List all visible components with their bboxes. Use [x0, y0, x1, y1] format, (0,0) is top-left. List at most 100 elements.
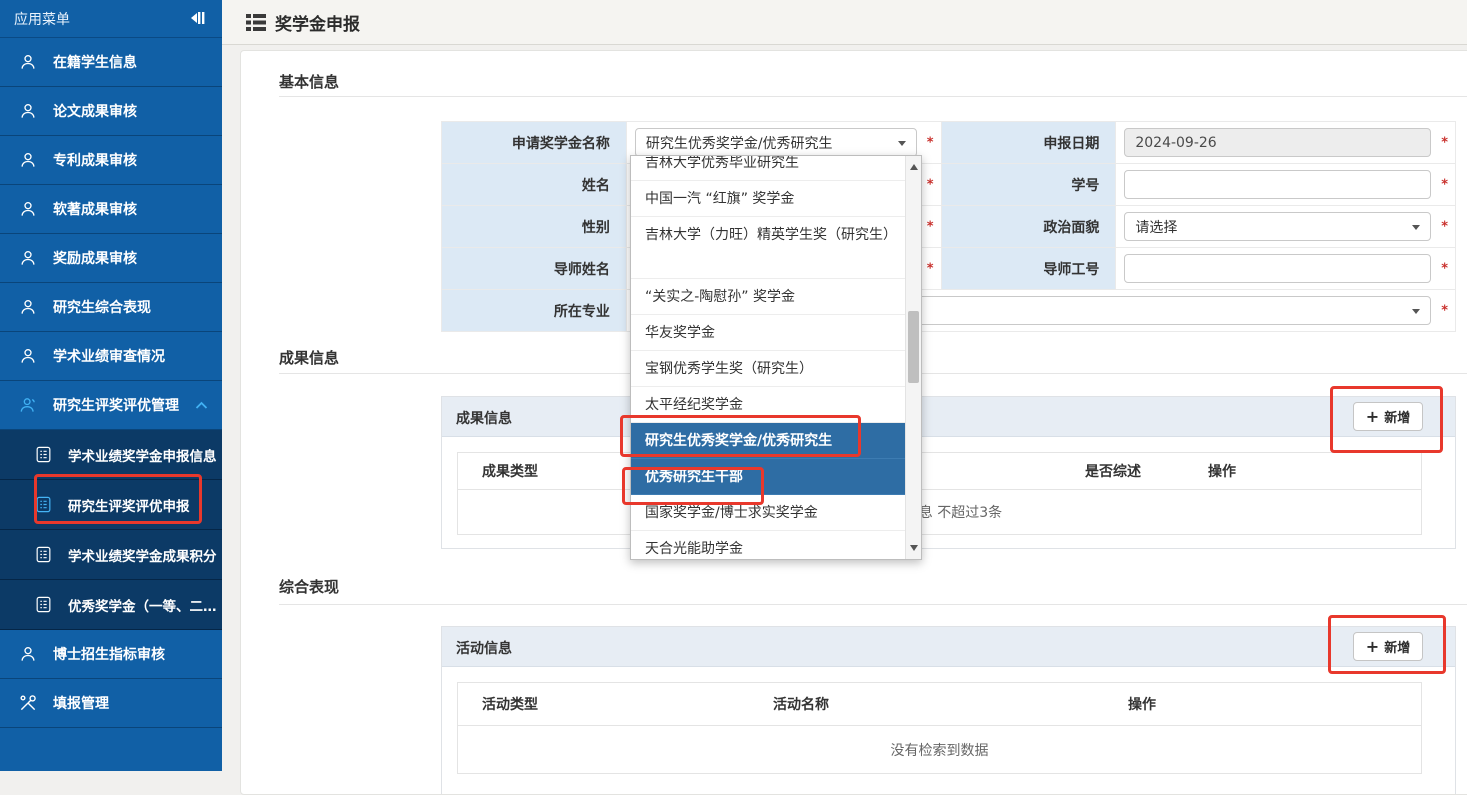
scroll-up-icon[interactable]	[910, 164, 918, 170]
sidebar-header: 应用菜单	[0, 0, 222, 38]
field-label-supervisor-id: 导师工号	[942, 248, 1117, 290]
chevron-up-icon	[195, 401, 208, 410]
scholarship-name-select[interactable]: 研究生优秀奖学金/优秀研究生	[635, 128, 917, 157]
activities-panel: 活动信息 + 新增 活动类型 活动名称 操作 没有检索到数据	[441, 626, 1456, 795]
dropdown-option[interactable]: 天合光能助学金	[631, 531, 905, 559]
sidebar-item-paper-review[interactable]: 论文成果审核	[0, 87, 222, 136]
tools-icon	[18, 692, 40, 714]
caret-down-icon	[1412, 225, 1420, 230]
user-icon	[18, 643, 40, 665]
scroll-down-icon[interactable]	[910, 545, 918, 551]
activities-empty-row: 没有检索到数据	[458, 726, 1421, 773]
dropdown-option[interactable]: 国家奖学金/博士求实奖学金	[631, 495, 905, 531]
achievements-panel-header: 成果信息 + 新增	[442, 397, 1455, 437]
required-marker: *	[927, 219, 934, 234]
caret-down-icon	[898, 141, 906, 146]
list-doc-icon	[34, 544, 56, 566]
dropdown-option[interactable]: 中国一汽 “红旗” 奖学金	[631, 181, 905, 217]
submenu-item-achievement-points[interactable]: 学术业绩奖学金成果积分	[0, 530, 222, 580]
achievements-empty-row: 成果信息 不超过3条	[458, 490, 1421, 534]
sidebar-item-reporting-management[interactable]: 填报管理	[0, 679, 222, 728]
activities-panel-title: 活动信息	[456, 638, 512, 658]
plus-icon: +	[1366, 409, 1379, 425]
submenu-item-academic-scholarship-info[interactable]: 学术业绩奖学金申报信息	[0, 430, 222, 480]
field-label-name: 姓名	[442, 164, 627, 206]
field-label-apply-date: 申报日期	[942, 122, 1117, 164]
scrollbar-thumb[interactable]	[908, 311, 919, 383]
divider	[279, 96, 1467, 97]
required-marker: *	[1441, 219, 1448, 234]
sidebar-item-patent-review[interactable]: 专利成果审核	[0, 136, 222, 185]
dropdown-option[interactable]: 吉林大学优秀毕业研究生	[631, 156, 905, 181]
add-achievement-button[interactable]: + 新增	[1353, 402, 1423, 431]
political-status-select[interactable]: 请选择	[1124, 212, 1431, 241]
sidebar: 应用菜单 在籍学生信息 论文成果审核 专利成果审核 软著成果审核 奖励成果审核 …	[0, 0, 222, 771]
user-icon	[18, 100, 40, 122]
user-icon	[18, 198, 40, 220]
required-marker: *	[927, 135, 934, 150]
student-id-input[interactable]	[1124, 170, 1431, 199]
sidebar-item-comprehensive-performance[interactable]: 研究生综合表现	[0, 283, 222, 332]
required-marker: *	[1441, 135, 1448, 150]
sidebar-item-academic-review-status[interactable]: 学术业绩审查情况	[0, 332, 222, 381]
column-header: 成果类型	[482, 461, 538, 481]
supervisor-id-input[interactable]	[1124, 254, 1431, 283]
column-header: 活动类型	[482, 694, 538, 714]
basic-info-form: 申请奖学金名称 研究生优秀奖学金/优秀研究生 * 申报日期 2024-09-26…	[441, 121, 1456, 332]
user-icon	[18, 296, 40, 318]
achievements-table: 成果类型 是否综述 操作 成果信息 不超过3条	[457, 452, 1422, 535]
dropdown-option[interactable]: 太平经纪奖学金	[631, 387, 905, 423]
dropdown-option-selected[interactable]: 优秀研究生干部	[631, 459, 905, 495]
list-doc-icon-active	[34, 494, 56, 516]
field-label-scholarship-name: 申请奖学金名称	[442, 122, 627, 164]
sidebar-item-software-review[interactable]: 软著成果审核	[0, 185, 222, 234]
field-label-gender: 性别	[442, 206, 627, 248]
dropdown-option[interactable]: 宝钢优秀学生奖（研究生）	[631, 351, 905, 387]
achievements-panel-title: 成果信息	[456, 408, 512, 428]
scholarship-dropdown: 吉林大学优秀毕业研究生 中国一汽 “红旗” 奖学金 吉林大学（力旺）精英学生奖（…	[630, 155, 922, 560]
field-label-major: 所在专业	[442, 290, 627, 332]
content-header: 奖学金申报	[222, 0, 1467, 45]
achievements-table-header: 成果类型 是否综述 操作	[458, 453, 1421, 490]
dropdown-option[interactable]: 华友奖学金	[631, 315, 905, 351]
divider	[279, 604, 1467, 605]
required-marker: *	[1441, 177, 1448, 192]
field-label-student-id: 学号	[942, 164, 1117, 206]
collapse-sidebar-icon[interactable]	[184, 9, 206, 27]
submenu-item-awards-application[interactable]: 研究生评奖评优申报	[0, 480, 222, 530]
dropdown-option[interactable]: “关实之-陶慰孙” 奖学金	[631, 279, 905, 315]
section-title-basic-info: 基本信息	[279, 71, 339, 92]
user-icon	[18, 247, 40, 269]
activities-panel-header: 活动信息 + 新增	[442, 627, 1455, 667]
dropdown-scrollbar[interactable]	[905, 156, 921, 559]
section-title-activities: 综合表现	[279, 576, 339, 597]
user-icon	[18, 51, 40, 73]
column-header: 活动名称	[773, 694, 829, 714]
required-marker: *	[927, 177, 934, 192]
submenu-item-excellent-scholarship[interactable]: 优秀奖学金（一等、二…	[0, 580, 222, 630]
sidebar-item-award-review[interactable]: 奖励成果审核	[0, 234, 222, 283]
list-icon	[246, 14, 266, 31]
dropdown-option[interactable]: 吉林大学（力旺）精英学生奖（研究生）	[631, 217, 905, 279]
sidebar-submenu: 学术业绩奖学金申报信息 研究生评奖评优申报 学术业绩奖学金成果积分 优秀奖学金（…	[0, 430, 222, 630]
column-header: 操作	[1128, 694, 1156, 714]
dropdown-option-selected[interactable]: 研究生优秀奖学金/优秀研究生	[631, 423, 905, 459]
apply-date-input: 2024-09-26	[1124, 128, 1431, 157]
required-marker: *	[927, 261, 934, 276]
sidebar-item-enrolled-students[interactable]: 在籍学生信息	[0, 38, 222, 87]
required-marker: *	[1441, 303, 1448, 318]
list-doc-icon	[34, 444, 56, 466]
add-activity-button[interactable]: + 新增	[1353, 632, 1423, 661]
achievements-panel: 成果信息 + 新增 成果类型 是否综述 操作 成果信息 不超过3条	[441, 396, 1456, 549]
users-icon	[18, 394, 40, 416]
column-header: 操作	[1208, 461, 1236, 481]
section-title-achievements: 成果信息	[279, 347, 339, 368]
sidebar-item-phd-quota-review[interactable]: 博士招生指标审核	[0, 630, 222, 679]
caret-down-icon	[1412, 309, 1420, 314]
sidebar-title: 应用菜单	[14, 9, 70, 29]
scholarship-dropdown-list: 吉林大学优秀毕业研究生 中国一汽 “红旗” 奖学金 吉林大学（力旺）精英学生奖（…	[631, 156, 905, 559]
user-icon	[18, 149, 40, 171]
activities-table-header: 活动类型 活动名称 操作	[458, 683, 1421, 726]
user-icon	[18, 345, 40, 367]
sidebar-group-awards-management[interactable]: 研究生评奖评优管理	[0, 381, 222, 430]
